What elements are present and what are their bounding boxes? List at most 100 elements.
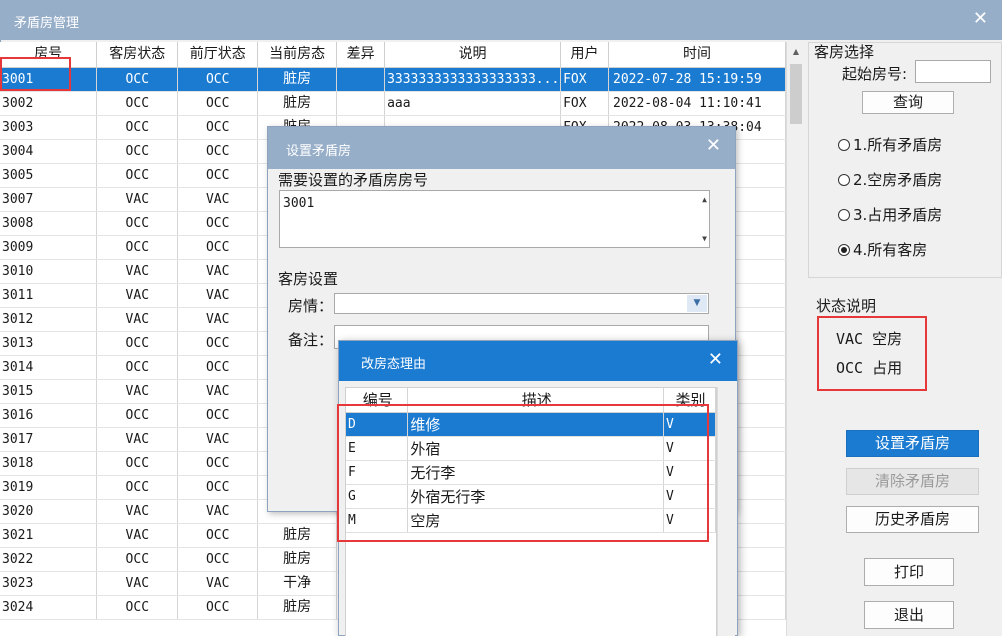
history-conflict-button[interactable]: 历史矛盾房	[846, 506, 979, 533]
table-cell: 3016	[0, 403, 98, 428]
table-cell: G	[346, 484, 409, 509]
column-header[interactable]: 当前房态	[257, 42, 338, 68]
table-row[interactable]: 3002 OCC OCC 脏房 aaa FOX 2022-08-04 11:10:41	[0, 91, 786, 116]
table-cell: OCC	[177, 115, 259, 140]
table-cell: 维修	[407, 412, 665, 437]
table-cell: 3023	[0, 571, 98, 596]
table-cell: VAC	[96, 307, 179, 332]
table-cell: 脏房	[257, 595, 338, 620]
reason-dialog-close-icon[interactable]: ✕	[708, 349, 723, 370]
table-cell: OCC	[96, 403, 179, 428]
set-conflict-close-icon[interactable]: ✕	[706, 135, 721, 156]
reason-grid-scrollbar[interactable]	[717, 387, 735, 636]
table-cell: 外宿	[407, 436, 665, 461]
table-cell: 2022-07-28 15:19:59	[608, 67, 786, 92]
remark-label: 备注：	[288, 331, 334, 349]
window-close-icon[interactable]: ✕	[973, 8, 988, 29]
start-room-input[interactable]	[915, 60, 991, 83]
exit-button[interactable]: 退出	[864, 601, 954, 629]
table-cell: F	[346, 460, 409, 485]
chevron-down-icon[interactable]: ▼	[687, 295, 707, 312]
column-header[interactable]: 前厅状态	[177, 42, 259, 68]
room-setting-label: 客房设置	[278, 270, 339, 288]
textarea-scroll-up-icon[interactable]: ▲	[702, 195, 707, 204]
set-conflict-button[interactable]: 设置矛盾房	[846, 430, 979, 457]
table-cell: 3021	[0, 523, 98, 548]
table-cell: 3024	[0, 595, 98, 620]
column-header[interactable]: 差异	[336, 42, 386, 68]
table-cell: FOX	[560, 67, 609, 92]
table-cell: OCC	[96, 91, 179, 116]
table-row[interactable]: 3001 OCC OCC 脏房 3333333333333333333... FOX 202…	[0, 67, 786, 92]
radio-all-conflict[interactable]: 1.所有矛盾房	[838, 134, 942, 155]
table-cell: VAC	[96, 427, 179, 452]
table-cell: 干净	[257, 571, 338, 596]
scroll-up-icon[interactable]: ▲	[787, 42, 805, 62]
table-cell: FOX	[560, 91, 609, 116]
list-item[interactable]: D 维修 V	[346, 412, 716, 437]
table-cell: 3022	[0, 547, 98, 572]
table-cell: VAC	[96, 499, 179, 524]
query-button[interactable]: 查询	[862, 91, 954, 114]
condition-combobox[interactable]: ▼	[334, 293, 709, 314]
list-item[interactable]: F 无行李 V	[346, 460, 716, 485]
table-cell: VAC	[177, 187, 259, 212]
window-titlebar: 矛盾房管理 ✕	[0, 0, 1002, 40]
list-item[interactable]: M 空房 V	[346, 508, 716, 533]
table-cell: 3015	[0, 379, 98, 404]
radio-vacant-conflict[interactable]: 2.空房矛盾房	[838, 169, 942, 190]
column-header[interactable]: 说明	[384, 42, 562, 68]
table-cell: OCC	[96, 67, 179, 92]
scroll-thumb[interactable]	[790, 64, 802, 124]
table-cell: OCC	[177, 67, 259, 92]
print-button[interactable]: 打印	[864, 558, 954, 586]
table-cell: 3014	[0, 355, 98, 380]
set-conflict-dialog-title: 设置矛盾房	[286, 144, 352, 159]
column-header[interactable]: 编号	[346, 388, 409, 413]
table-cell: OCC	[96, 211, 179, 236]
textarea-scroll-down-icon[interactable]: ▼	[702, 234, 707, 243]
radio-occupied-conflict[interactable]: 3.占用矛盾房	[838, 204, 942, 225]
table-cell: OCC	[177, 235, 259, 260]
table-cell: D	[346, 412, 409, 437]
reason-grid: 编号 描述 类别 D 维修 V E 外宿 V F 无行李 V G 外宿无行李 V M 空房 V	[345, 387, 717, 636]
column-header[interactable]: 客房状态	[96, 42, 179, 68]
room-grid-scrollbar[interactable]: ▲	[786, 42, 805, 636]
table-cell: 脏房	[257, 67, 338, 92]
radio-dot-icon	[838, 174, 850, 186]
table-cell: 3003	[0, 115, 98, 140]
table-cell: OCC	[96, 475, 179, 500]
radio-dot-icon	[838, 139, 850, 151]
table-cell: 无行李	[407, 460, 665, 485]
table-cell: V	[663, 484, 716, 509]
clear-conflict-button[interactable]: 清除矛盾房	[846, 468, 979, 495]
legend-vac: VAC 空房	[836, 330, 903, 348]
table-cell: 3013	[0, 331, 98, 356]
list-item[interactable]: E 外宿 V	[346, 436, 716, 461]
radio-all-rooms[interactable]: 4.所有客房	[838, 239, 927, 260]
table-cell: OCC	[96, 139, 179, 164]
rooms-to-set-textarea[interactable]: 3001 ▲ ▼	[279, 190, 710, 248]
radio-label: 3.占用矛盾房	[853, 206, 943, 224]
radio-dot-icon	[838, 209, 850, 221]
column-header[interactable]: 时间	[608, 42, 786, 68]
table-cell: 3010	[0, 259, 98, 284]
table-cell: OCC	[177, 547, 259, 572]
table-cell: OCC	[177, 91, 259, 116]
list-item[interactable]: G 外宿无行李 V	[346, 484, 716, 509]
column-header[interactable]: 描述	[407, 388, 665, 413]
table-cell: 3009	[0, 235, 98, 260]
status-legend-title: 状态说明	[816, 297, 877, 315]
table-cell: E	[346, 436, 409, 461]
table-cell	[336, 67, 386, 92]
table-cell: OCC	[177, 211, 259, 236]
radio-dot-selected-icon	[838, 244, 850, 256]
table-cell: 3333333333333333333...	[384, 67, 562, 92]
table-cell: VAC	[177, 307, 259, 332]
table-cell: OCC	[177, 451, 259, 476]
column-header[interactable]: 房号	[0, 42, 98, 68]
table-cell	[336, 91, 386, 116]
table-cell: OCC	[96, 163, 179, 188]
column-header[interactable]: 类别	[663, 388, 716, 413]
column-header[interactable]: 用户	[560, 42, 609, 68]
